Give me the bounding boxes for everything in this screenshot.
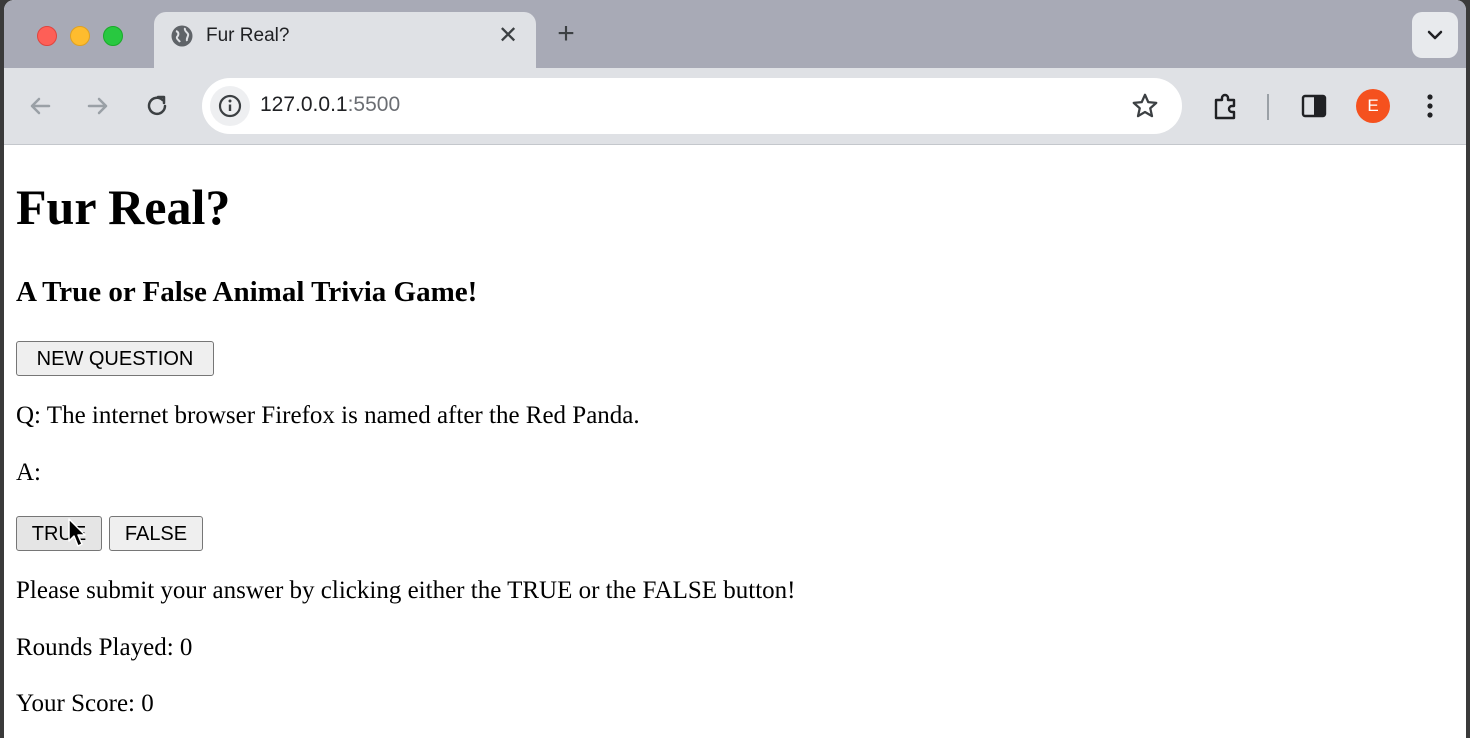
bookmark-star-icon[interactable] — [1130, 91, 1160, 121]
tab-search-button[interactable] — [1412, 12, 1458, 58]
answer-text: A: — [16, 459, 41, 486]
tab-active[interactable]: Fur Real? ✕ — [154, 12, 536, 68]
new-tab-button[interactable]: + — [550, 18, 582, 50]
score-text: Your Score: 0 — [16, 690, 154, 717]
back-arrow-icon[interactable] — [24, 90, 56, 122]
mouse-cursor-icon — [68, 518, 86, 547]
browser-toolbar: 127.0.0.1:5500 E — [4, 68, 1466, 145]
question-text: Q: The internet browser Firefox is named… — [16, 402, 640, 429]
page-content: Fur Real? A True or False Animal Trivia … — [4, 145, 1466, 738]
rounds-played: Rounds Played: 0 — [16, 634, 193, 661]
globe-icon — [171, 25, 193, 47]
page-subtitle: A True or False Animal Trivia Game! — [16, 276, 478, 308]
address-bar[interactable]: 127.0.0.1:5500 — [202, 78, 1182, 134]
chevron-down-icon — [1427, 30, 1443, 40]
tab-strip: Fur Real? ✕ + — [4, 0, 1466, 68]
close-tab-icon[interactable]: ✕ — [494, 22, 522, 50]
false-button[interactable]: FALSE — [109, 516, 203, 551]
instruction-text: Please submit your answer by clicking ei… — [16, 577, 796, 604]
extensions-icon[interactable] — [1210, 90, 1242, 122]
minimize-window-button[interactable] — [70, 26, 90, 46]
side-panel-icon[interactable] — [1298, 90, 1330, 122]
toolbar-divider — [1267, 94, 1269, 120]
browser-window: Fur Real? ✕ + 127.0.0.1:5500 E Fur Real?… — [4, 0, 1466, 738]
profile-avatar[interactable]: E — [1356, 89, 1390, 123]
page-title: Fur Real? — [16, 179, 231, 235]
info-icon — [218, 94, 242, 118]
new-question-button[interactable]: NEW QUESTION — [16, 341, 214, 376]
reload-icon[interactable] — [141, 90, 173, 122]
forward-arrow-icon[interactable] — [82, 90, 114, 122]
more-menu-icon[interactable] — [1416, 90, 1444, 122]
tab-title: Fur Real? — [206, 25, 290, 46]
site-info-button[interactable] — [210, 86, 250, 126]
true-button[interactable]: TRUE — [16, 516, 102, 551]
url-text: 127.0.0.1:5500 — [260, 93, 401, 116]
maximize-window-button[interactable] — [103, 26, 123, 46]
close-window-button[interactable] — [37, 26, 57, 46]
